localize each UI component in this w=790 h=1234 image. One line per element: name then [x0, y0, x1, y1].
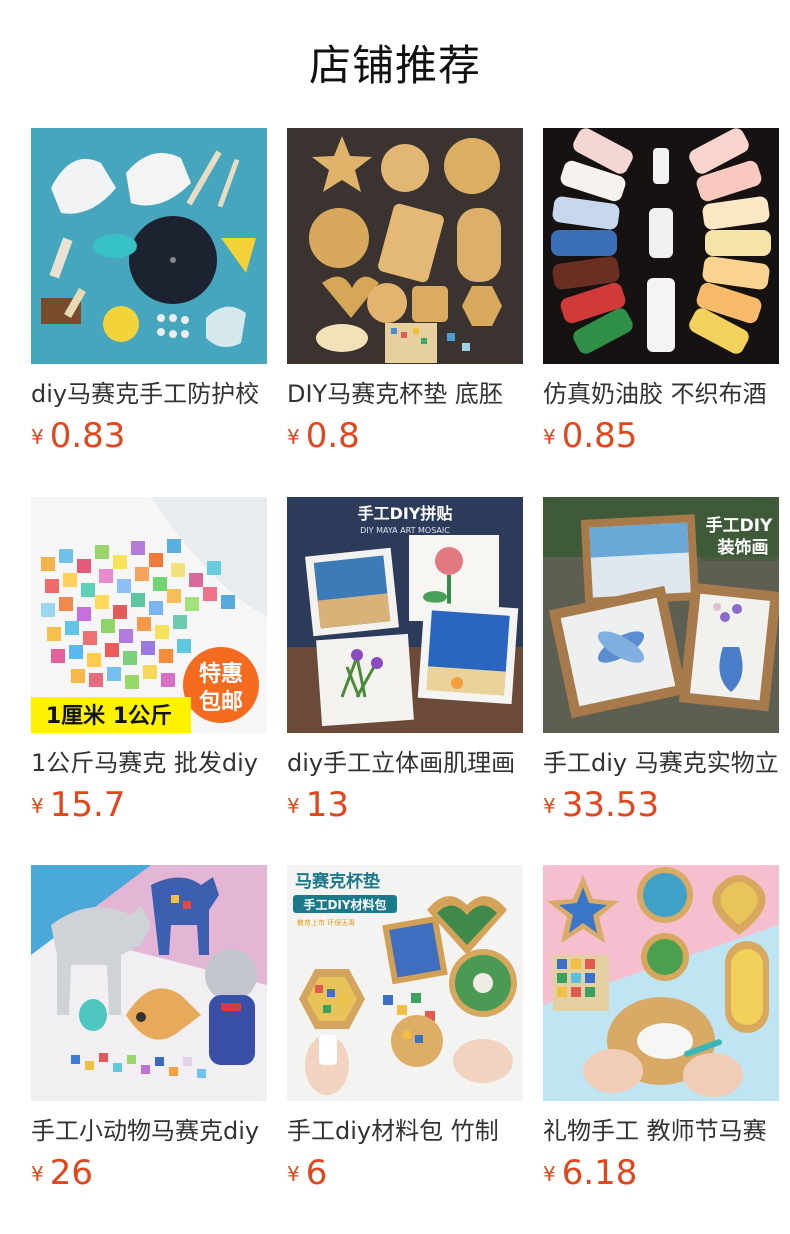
- product-price: ¥6.18: [543, 1153, 637, 1193]
- panel-heading: 手工DIY拼贴: [358, 504, 453, 523]
- glass-mosaic-tiles-bag-image[interactable]: 特惠 包邮 1厘米 1公斤: [31, 497, 267, 733]
- product-price: ¥33.53: [543, 785, 659, 825]
- product-price: ¥26: [31, 1153, 93, 1193]
- product-price: ¥0.85: [543, 416, 637, 456]
- price-value: 6: [305, 1153, 328, 1193]
- product-name[interactable]: 仿真奶油胶 不织布酒: [543, 378, 779, 412]
- page-title: 店铺推荐: [308, 41, 481, 90]
- currency-symbol: ¥: [543, 425, 556, 449]
- promo-line1: 特惠: [199, 661, 243, 687]
- price-value: 0.83: [49, 416, 126, 456]
- currency-symbol: ¥: [31, 425, 44, 449]
- product-price: ¥15.7: [31, 785, 125, 825]
- panel-subheading: DIY MAYA ART MOSAIC: [360, 526, 450, 535]
- product-price: ¥13: [287, 785, 349, 825]
- product-name[interactable]: 手工小动物马赛克diy: [31, 1115, 267, 1149]
- price-value: 6.18: [561, 1153, 638, 1193]
- currency-symbol: ¥: [31, 1162, 44, 1186]
- mosaic-animal-figures-image[interactable]: [31, 865, 267, 1101]
- overlay-line2: 装饰画: [717, 537, 769, 558]
- product-name[interactable]: diy马赛克手工防护校: [31, 378, 267, 412]
- bamboo-coaster-bases-image[interactable]: [287, 128, 523, 364]
- currency-symbol: ¥: [287, 1162, 300, 1186]
- product-price: ¥0.8: [287, 416, 360, 456]
- price-value: 0.85: [561, 416, 638, 456]
- currency-symbol: ¥: [543, 1162, 556, 1186]
- mosaic-coaster-kit-image[interactable]: 马赛克杯垫 手工DIY材料包 教育上市 环保无毒: [287, 865, 523, 1101]
- product-name[interactable]: 手工diy 马赛克实物立: [543, 747, 779, 781]
- product-name[interactable]: diy手工立体画肌理画: [287, 747, 523, 781]
- price-value: 26: [49, 1153, 93, 1193]
- product-name[interactable]: DIY马赛克杯垫 底胚: [287, 378, 523, 412]
- kit-note: 教育上市 环保无毒: [297, 918, 355, 927]
- currency-symbol: ¥: [543, 794, 556, 818]
- product-price: ¥6: [287, 1153, 327, 1193]
- currency-symbol: ¥: [287, 794, 300, 818]
- cream-glue-tubes-image[interactable]: [543, 128, 779, 364]
- mosaic-art-panels-image[interactable]: 手工DIY拼贴 DIY MAYA ART MOSAIC: [287, 497, 523, 733]
- currency-symbol: ¥: [287, 425, 300, 449]
- product-name[interactable]: 1公斤马赛克 批发diy: [31, 747, 267, 781]
- currency-symbol: ¥: [31, 794, 44, 818]
- promo-line2: 包邮: [199, 689, 243, 715]
- price-value: 0.8: [305, 416, 360, 456]
- overlay-line1: 手工DIY: [706, 515, 773, 536]
- framed-mosaic-paintings-image[interactable]: 手工DIY 装饰画: [543, 497, 779, 733]
- kit-heading: 马赛克杯垫: [295, 871, 380, 892]
- product-price: ¥0.83: [31, 416, 125, 456]
- kit-subheading: 手工DIY材料包: [303, 897, 386, 912]
- product-name[interactable]: 礼物手工 教师节马赛: [543, 1115, 779, 1149]
- size-weight-badge: 1厘米 1公斤: [46, 704, 172, 729]
- price-value: 15.7: [49, 785, 126, 825]
- price-value: 13: [305, 785, 349, 825]
- gloves-tools-kit-image[interactable]: [31, 128, 267, 364]
- price-value: 33.53: [561, 785, 660, 825]
- mosaic-coaster-gift-image[interactable]: [543, 865, 779, 1101]
- product-name[interactable]: 手工diy材料包 竹制: [287, 1115, 523, 1149]
